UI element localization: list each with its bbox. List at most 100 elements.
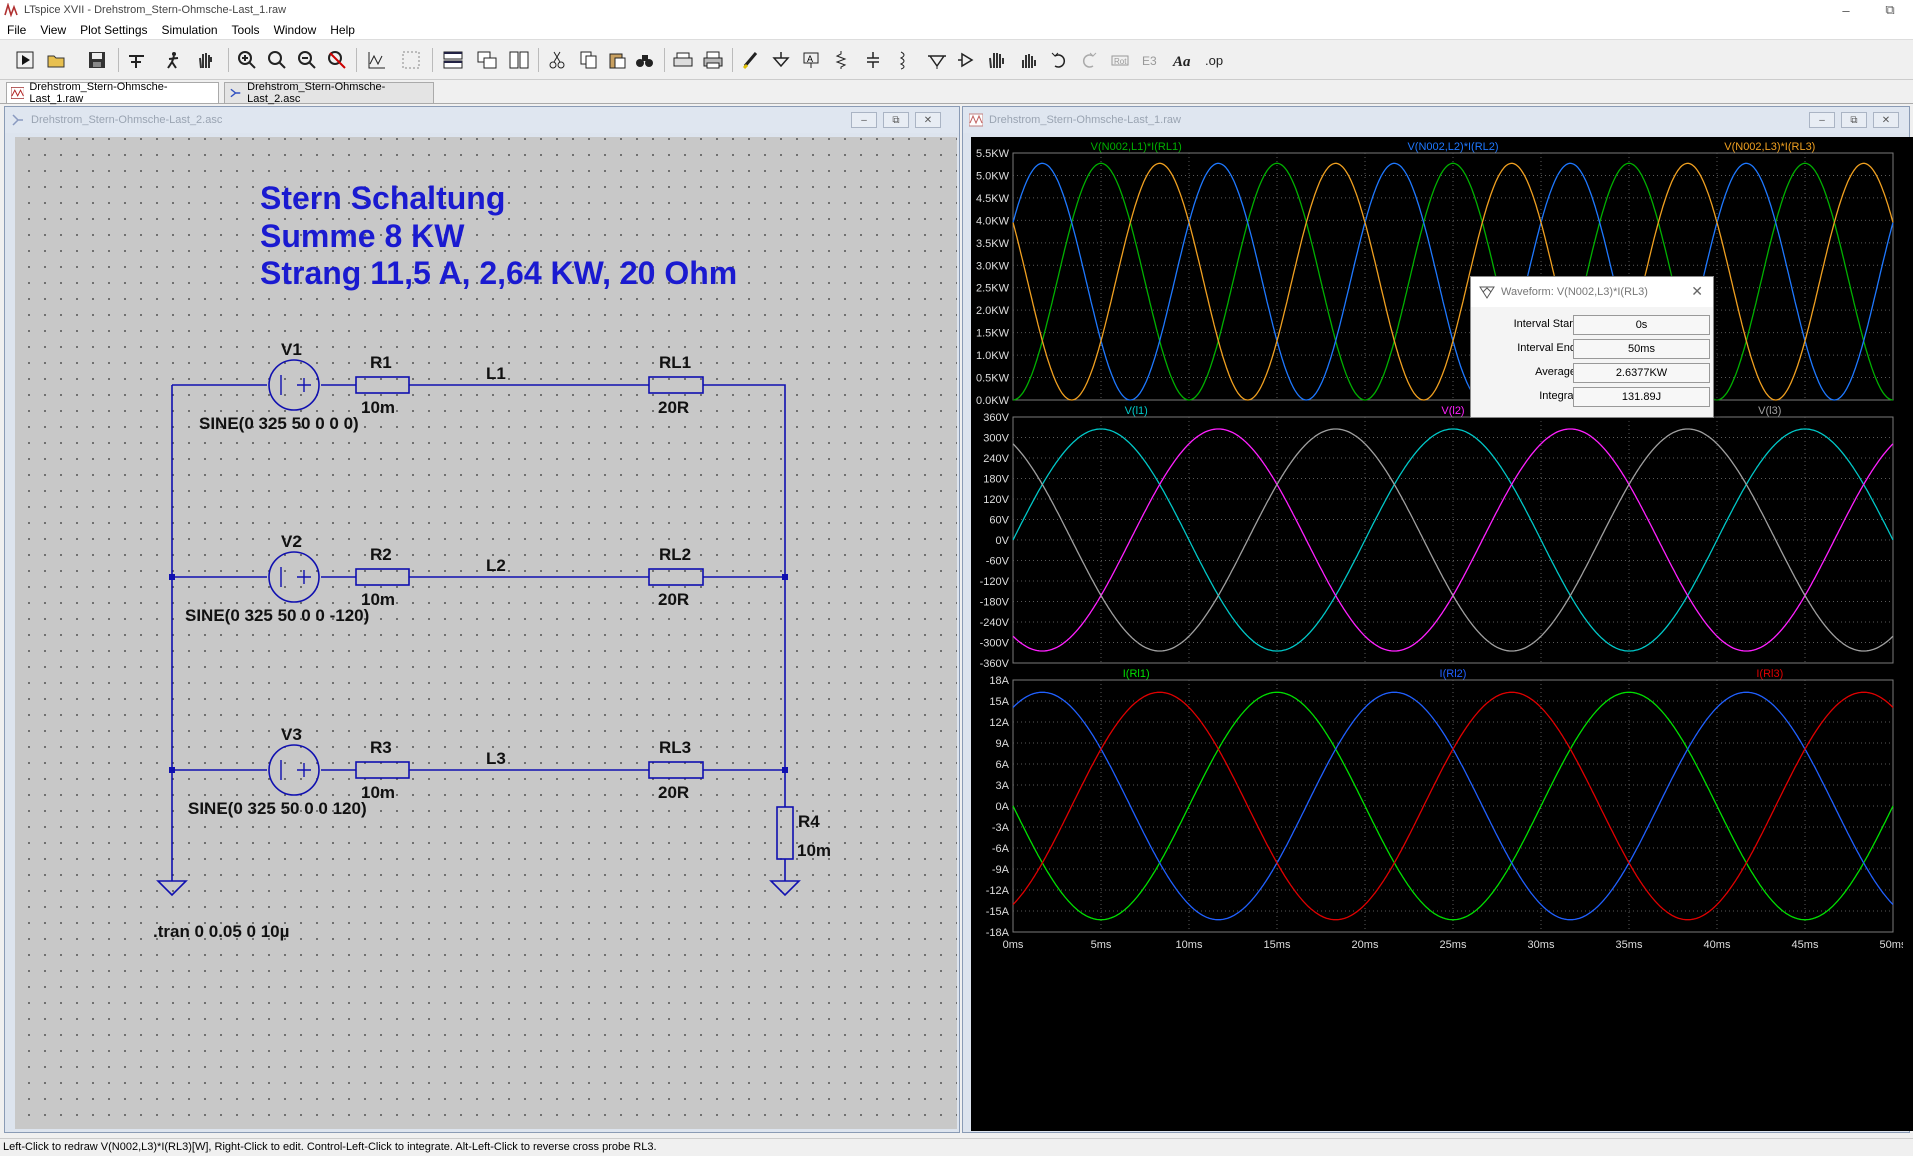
restore-button[interactable]: ⧉ [1867, 0, 1913, 20]
dialog-close-icon[interactable]: ✕ [1691, 283, 1703, 300]
menu-help[interactable]: Help [323, 23, 362, 37]
resistor-rl3[interactable] [648, 761, 704, 779]
voltage-source-v3[interactable] [268, 744, 320, 796]
pane-3-ytick: -12A [986, 885, 1010, 897]
redo-icon[interactable] [1076, 47, 1102, 73]
resistor-r1[interactable] [355, 376, 410, 394]
draw-wire-icon[interactable] [738, 47, 764, 73]
schematic-close-button[interactable]: ✕ [915, 112, 941, 128]
v1-name: V1 [281, 340, 302, 359]
drag-icon[interactable] [1016, 47, 1042, 73]
x-tick-label: 45ms [1792, 939, 1819, 951]
rl2-value: 20R [658, 590, 689, 609]
tab-asc-file[interactable]: Drehstrom_Stern-Ohmsche-Last_2.asc [224, 81, 434, 105]
component-icon[interactable] [954, 47, 980, 73]
x-tick-label: 15ms [1264, 939, 1291, 951]
r4-value: 10m [797, 841, 831, 860]
ground-symbol-left[interactable] [156, 880, 188, 897]
average-row: Average: 2.6377KW [1471, 363, 1715, 383]
spice-directive-icon[interactable]: .op [1202, 47, 1228, 73]
x-tick-label: 25ms [1440, 939, 1467, 951]
minimize-button[interactable]: – [1823, 0, 1869, 20]
svg-text:.op: .op [1205, 53, 1223, 68]
resistor-r3[interactable] [355, 761, 410, 779]
waveform-minimize-button[interactable]: – [1809, 112, 1835, 128]
zoom-out-icon[interactable] [294, 47, 320, 73]
open-icon[interactable] [44, 47, 70, 73]
text-icon[interactable]: Aa [1170, 47, 1196, 73]
pane-3-ytick: -15A [986, 906, 1010, 918]
average-value[interactable]: 2.6377KW [1573, 363, 1710, 383]
resistor-r2[interactable] [355, 568, 410, 586]
waveform-window-titlebar[interactable]: Drehstrom_Stern-Ohmsche-Last_1.raw – ⧉ ✕ [963, 107, 1909, 133]
menu-file[interactable]: File [0, 23, 33, 37]
find-icon[interactable] [632, 47, 658, 73]
undo-icon[interactable] [1046, 47, 1072, 73]
pane-3-ytick: -18A [986, 927, 1010, 939]
dialog-titlebar[interactable]: Waveform: V(N002,L3)*I(RL3) ✕ [1471, 277, 1713, 307]
plot-pane-1-frame [1012, 152, 1894, 401]
autorange-icon[interactable] [364, 47, 390, 73]
resistor-icon[interactable] [828, 47, 854, 73]
voltage-source-v2[interactable] [268, 551, 320, 603]
ground-symbol-right[interactable] [769, 880, 801, 897]
paste-icon[interactable] [604, 47, 630, 73]
spice-directive[interactable]: .tran 0 0.05 0 10µ [153, 922, 289, 941]
schematic-canvas[interactable]: Stern Schaltung Summe 8 KW Strang 11,5 A… [15, 137, 957, 1129]
print-setup-icon[interactable] [670, 47, 696, 73]
pane-1-ytick: 5.0KW [976, 170, 1010, 182]
move-icon[interactable] [984, 47, 1010, 73]
zoom-in-icon[interactable] [234, 47, 260, 73]
pane-1-ytick: 2.0KW [976, 305, 1010, 317]
save-icon[interactable] [84, 47, 110, 73]
capacitor-icon[interactable] [860, 47, 886, 73]
resistor-rl2[interactable] [648, 568, 704, 586]
inductor-icon[interactable] [890, 47, 916, 73]
menu-plot-settings[interactable]: Plot Settings [73, 23, 154, 37]
v1-value: SINE(0 325 50 0 0 0) [199, 414, 359, 433]
schematic-window-titlebar[interactable]: Drehstrom_Stern-Ohmsche-Last_2.asc – ⧉ ✕ [5, 107, 959, 133]
copy-icon[interactable] [576, 47, 602, 73]
waveform-close-button[interactable]: ✕ [1873, 112, 1899, 128]
pan-icon[interactable] [192, 47, 218, 73]
pane-2-ytick: 300V [983, 433, 1009, 445]
diode-icon[interactable] [924, 47, 950, 73]
toolbar: A Rot E3 Aa .op [0, 40, 1913, 80]
menu-simulation[interactable]: Simulation [155, 23, 225, 37]
interval-start-value[interactable]: 0s [1573, 315, 1710, 335]
cut-icon[interactable] [544, 47, 570, 73]
mirror-icon[interactable]: E3 [1138, 47, 1164, 73]
rotate-icon[interactable]: Rot [1108, 47, 1134, 73]
halt-icon[interactable] [160, 47, 186, 73]
menu-window[interactable]: Window [267, 23, 324, 37]
zoom-cancel-icon[interactable] [324, 47, 350, 73]
menu-tools[interactable]: Tools [225, 23, 267, 37]
interval-end-row: Interval End: 50ms [1471, 339, 1715, 359]
x-tick-label: 5ms [1091, 939, 1112, 951]
v3-value: SINE(0 325 50 0 0 120) [188, 799, 367, 818]
waveform-restore-button[interactable]: ⧉ [1841, 112, 1867, 128]
print-icon[interactable] [700, 47, 726, 73]
tab-raw-file[interactable]: Drehstrom_Stern-Ohmsche-Last_1.raw [6, 81, 219, 105]
label-net-icon[interactable]: A [798, 47, 824, 73]
grid-icon[interactable] [398, 47, 424, 73]
cascade-icon[interactable] [474, 47, 500, 73]
integral-value[interactable]: 131.89J [1573, 387, 1710, 407]
ground-icon[interactable] [768, 47, 794, 73]
resistor-rl1[interactable] [648, 376, 704, 394]
zoom-full-icon[interactable] [264, 47, 290, 73]
waveform-plot-area[interactable]: 5.5KW 5.0KW 4.5KW 4.0KW 3.5KW 3.0KW 2.5KW 2.0KW… [971, 137, 1913, 1131]
control-panel-icon[interactable] [124, 47, 150, 73]
legend-v-n002-l1-i-rl1-: V(N002,L1)*I(RL1) [1091, 141, 1182, 153]
menu-view[interactable]: View [33, 23, 73, 37]
resistor-r4[interactable] [776, 806, 794, 860]
pane-2-ytick: -180V [980, 597, 1010, 609]
tile-vertical-icon[interactable] [506, 47, 532, 73]
voltage-source-v1[interactable] [268, 359, 320, 411]
tile-horizontal-icon[interactable] [440, 47, 466, 73]
run-icon[interactable] [12, 47, 38, 73]
interval-end-value[interactable]: 50ms [1573, 339, 1710, 359]
schematic-restore-button[interactable]: ⧉ [883, 112, 909, 128]
schematic-minimize-button[interactable]: – [851, 112, 877, 128]
pane-3-ytick: -6A [992, 843, 1010, 855]
